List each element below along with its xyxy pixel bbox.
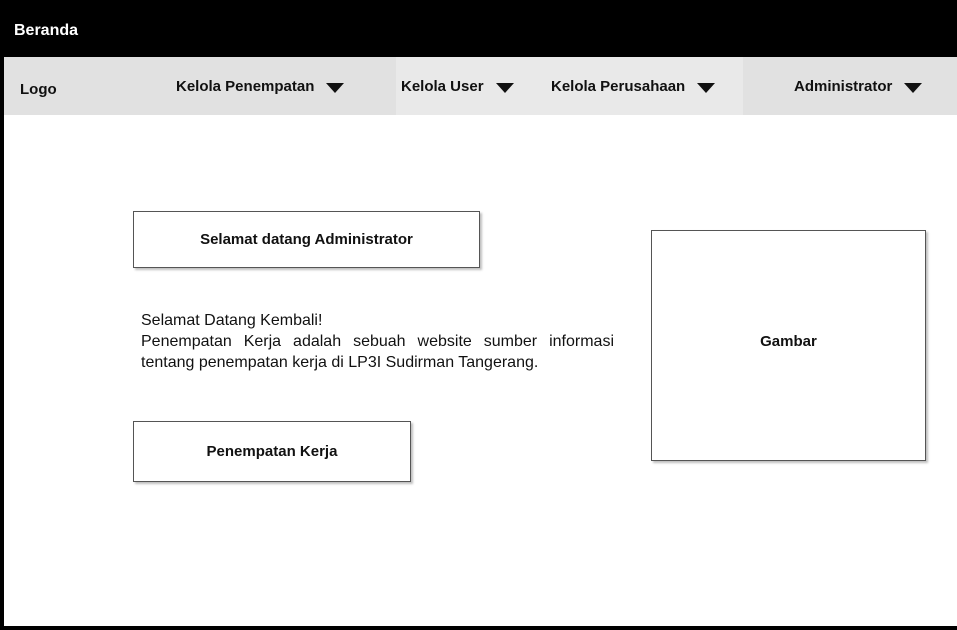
app-frame: Beranda Logo Kelola Penempatan Kelola Us… (0, 0, 957, 630)
greeting-text: Selamat Datang Kembali! (141, 312, 323, 329)
chevron-down-icon (326, 83, 345, 93)
welcome-box: Selamat datang Administrator (133, 211, 480, 268)
chevron-down-icon (495, 83, 514, 93)
menu-label: Kelola User (401, 77, 484, 95)
description-text: Penempatan Kerja adalah sebuah website s… (141, 333, 614, 371)
menu-kelola-user[interactable]: Kelola User (396, 57, 562, 115)
menu-kelola-penempatan[interactable]: Kelola Penempatan (176, 57, 345, 115)
chevron-down-icon (904, 83, 923, 93)
title-bar: Beranda (4, 0, 957, 57)
menu-label: Kelola Penempatan (176, 77, 315, 95)
chevron-down-icon (697, 83, 716, 93)
intro-text: Selamat Datang Kembali! Penempatan Kerja… (141, 310, 614, 373)
menu-label: Administrator (794, 77, 893, 95)
menu-label: Kelola Perusahaan (551, 77, 686, 95)
menu-administrator[interactable]: Administrator (794, 57, 923, 115)
logo: Logo (20, 81, 57, 98)
page-title: Beranda (14, 22, 79, 39)
penempatan-kerja-button[interactable]: Penempatan Kerja (133, 421, 411, 482)
image-placeholder-label: Gambar (760, 333, 817, 350)
welcome-text: Selamat datang Administrator (200, 231, 413, 248)
button-label: Penempatan Kerja (206, 443, 338, 460)
menu-kelola-perusahaan[interactable]: Kelola Perusahaan (551, 57, 744, 115)
nav-menubar: Logo Kelola Penempatan Kelola User Kelol… (4, 57, 957, 115)
image-placeholder: Gambar (651, 230, 926, 461)
